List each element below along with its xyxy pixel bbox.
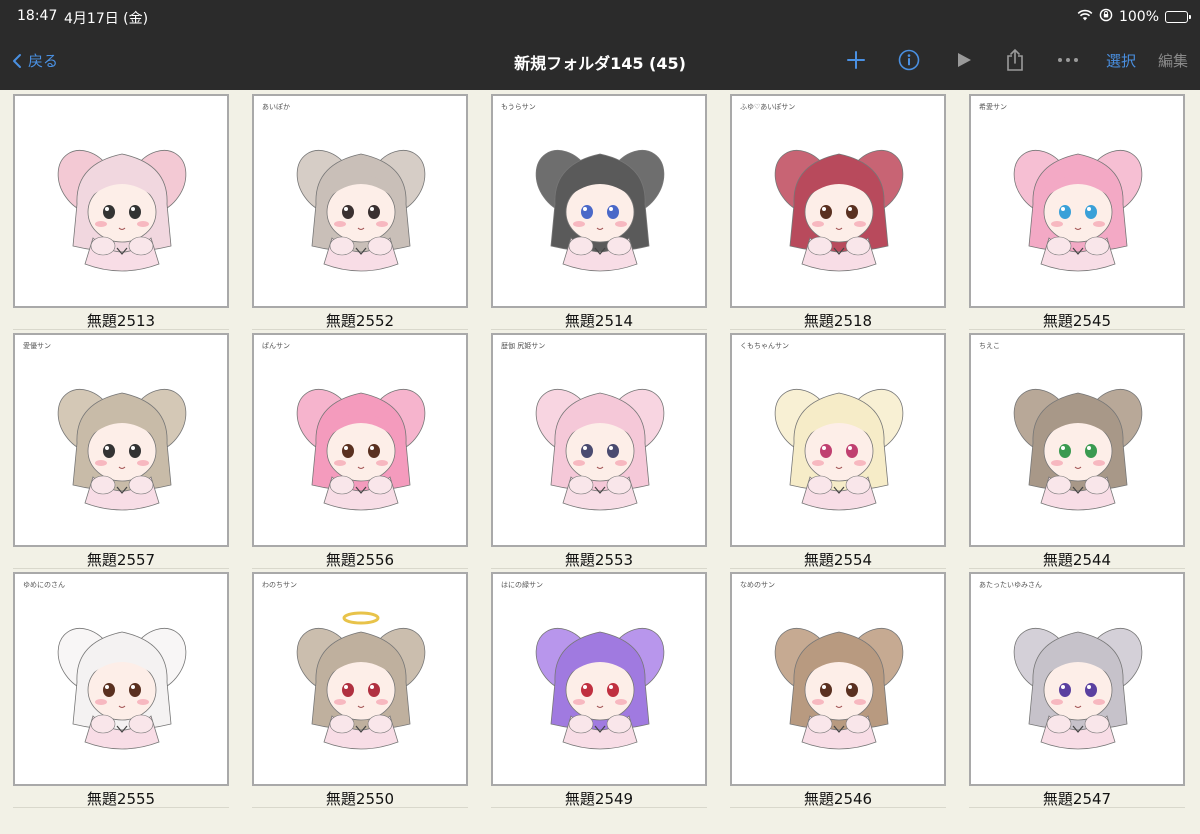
artwork-item[interactable]: あたったいゆみさん無題2547 [969, 570, 1185, 808]
bunny-girl-illustration [535, 389, 665, 511]
artwork-item[interactable]: ふゆ♡あいぽサン無題2518 [730, 92, 946, 330]
info-icon[interactable] [896, 47, 922, 73]
toolbar: 戻る 新規フォルダ145 (45) 選択 編集 [0, 40, 1200, 84]
status-time: 18:47 [17, 8, 58, 24]
status-right: 100% [1077, 8, 1191, 26]
bunny-girl-illustration [535, 628, 665, 750]
artwork-title: 無題2550 [325, 790, 395, 808]
battery-icon [1165, 11, 1191, 23]
artwork-thumbnail[interactable]: 愛優サン [13, 333, 229, 547]
divider [491, 568, 707, 569]
edit-button[interactable]: 編集 [1158, 50, 1188, 71]
artwork-title: 無題2552 [325, 312, 395, 330]
artwork-title: 無題2546 [803, 790, 873, 808]
select-button[interactable]: 選択 [1106, 50, 1136, 71]
artwork-thumbnail[interactable]: くもちゃんサン [730, 333, 946, 547]
status-bar: 18:47 4月17日 (金) 100% [0, 0, 1200, 34]
artwork-title: 無題2544 [1042, 551, 1112, 569]
battery-percent: 100% [1118, 9, 1159, 25]
artwork-title: 無題2545 [1042, 312, 1112, 330]
artwork-item[interactable]: 無題2513 [13, 92, 229, 330]
divider [13, 807, 229, 808]
divider [252, 807, 468, 808]
plus-icon[interactable] [843, 47, 869, 73]
divider [491, 329, 707, 330]
artwork-title: 無題2557 [86, 551, 156, 569]
artwork-title: 無題2549 [564, 790, 634, 808]
artwork-item[interactable]: 希愛サン無題2545 [969, 92, 1185, 330]
status-date: 4月17日 (金) [64, 11, 149, 27]
artwork-item[interactable]: ゆめにのさん無題2555 [13, 570, 229, 808]
divider [252, 329, 468, 330]
bunny-girl-illustration [774, 150, 904, 272]
artwork-title: 無題2513 [86, 312, 156, 330]
artwork-item[interactable]: はにの緑サン無題2549 [491, 570, 707, 808]
divider [730, 329, 946, 330]
artwork-item[interactable]: なめのサン無題2546 [730, 570, 946, 808]
bunny-girl-illustration [57, 150, 187, 272]
artwork-thumbnail[interactable]: もうらサン [491, 94, 707, 308]
divider [730, 807, 946, 808]
orientation-lock-icon [1099, 8, 1113, 26]
artwork-thumbnail[interactable]: ふゆ♡あいぽサン [730, 94, 946, 308]
artwork-item[interactable]: 歴伽 尻姫サン無題2553 [491, 331, 707, 569]
bunny-girl-illustration [1013, 628, 1143, 750]
artwork-item[interactable]: ちえこ無題2544 [969, 331, 1185, 569]
divider [969, 329, 1185, 330]
divider [969, 568, 1185, 569]
divider [13, 568, 229, 569]
divider [491, 807, 707, 808]
more-icon[interactable] [1055, 47, 1081, 73]
play-icon[interactable] [951, 47, 977, 73]
bunny-girl-illustration [1013, 389, 1143, 511]
artwork-title: 無題2518 [803, 312, 873, 330]
navigation-bar: 18:47 4月17日 (金) 100% 戻る 新規フォルダ145 (45) 選… [0, 0, 1200, 90]
bunny-girl-illustration [774, 389, 904, 511]
bunny-girl-illustration [296, 611, 426, 750]
artwork-thumbnail[interactable]: あたったいゆみさん [969, 572, 1185, 786]
divider [730, 568, 946, 569]
artwork-title: 無題2555 [86, 790, 156, 808]
artwork-item[interactable]: 愛優サン無題2557 [13, 331, 229, 569]
divider [969, 807, 1185, 808]
artwork-item[interactable]: くもちゃんサン無題2554 [730, 331, 946, 569]
bunny-girl-illustration [57, 389, 187, 511]
artwork-thumbnail[interactable]: あいぽか [252, 94, 468, 308]
artwork-thumbnail[interactable]: 希愛サン [969, 94, 1185, 308]
artwork-thumbnail[interactable]: はにの緑サン [491, 572, 707, 786]
divider [13, 329, 229, 330]
artwork-title: 無題2554 [803, 551, 873, 569]
artwork-thumbnail[interactable]: わのちサン [252, 572, 468, 786]
wifi-icon [1077, 9, 1093, 25]
bunny-girl-illustration [296, 150, 426, 272]
artwork-thumbnail[interactable] [13, 94, 229, 308]
artwork-title: 無題2514 [564, 312, 634, 330]
artwork-title: 無題2547 [1042, 790, 1112, 808]
bunny-girl-illustration [296, 389, 426, 511]
artwork-item[interactable]: わのちサン無題2550 [252, 570, 468, 808]
bunny-girl-illustration [57, 628, 187, 750]
artwork-thumbnail[interactable]: ゆめにのさん [13, 572, 229, 786]
bunny-girl-illustration [535, 150, 665, 272]
artwork-item[interactable]: もうらサン無題2514 [491, 92, 707, 330]
artwork-item[interactable]: あいぽか無題2552 [252, 92, 468, 330]
artwork-thumbnail[interactable]: 歴伽 尻姫サン [491, 333, 707, 547]
divider [252, 568, 468, 569]
share-icon[interactable] [1002, 47, 1028, 73]
artwork-thumbnail[interactable]: なめのサン [730, 572, 946, 786]
artwork-thumbnail[interactable]: ちえこ [969, 333, 1185, 547]
bunny-girl-illustration [774, 628, 904, 750]
artwork-thumbnail[interactable]: ぱんサン [252, 333, 468, 547]
artwork-title: 無題2553 [564, 551, 634, 569]
bunny-girl-illustration [1013, 150, 1143, 272]
artwork-title: 無題2556 [325, 551, 395, 569]
artwork-item[interactable]: ぱんサン無題2556 [252, 331, 468, 569]
